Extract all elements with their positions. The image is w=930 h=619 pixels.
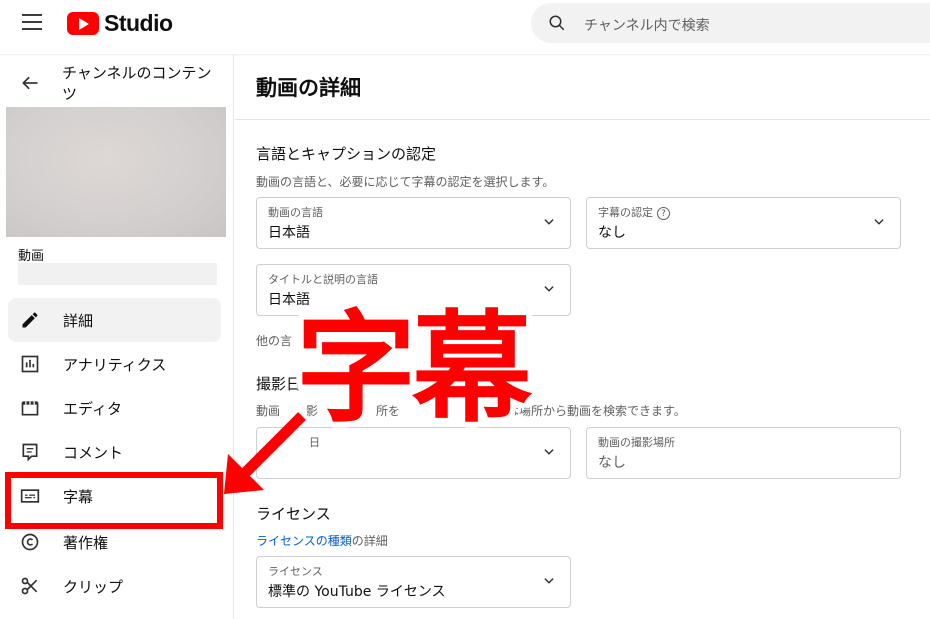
- license-description: ライセンスの種類の詳細: [256, 534, 388, 548]
- scissors-icon: [21, 577, 38, 595]
- sidebar-item-label: 著作権: [63, 534, 109, 552]
- page-title: 動画の詳細: [256, 76, 361, 100]
- field-value: 標準の YouTube ライセンス: [268, 584, 446, 600]
- field-value: なし: [598, 455, 626, 471]
- license-section-title: ライセンス: [256, 505, 331, 523]
- sidebar-item-label: アナリティクス: [63, 356, 167, 374]
- language-section-title: 言語とキャプションの認定: [256, 145, 437, 163]
- sidebar-item-label: エディタ: [63, 400, 122, 418]
- sidebar-item-clips[interactable]: クリップ: [8, 564, 221, 608]
- channel-content-link[interactable]: チャンネルのコンテンツ: [62, 63, 212, 105]
- comment-icon: [22, 443, 38, 462]
- recording-section-description-right: は場所から動画を検索できます。: [507, 404, 686, 418]
- field-label: 動画の言語: [268, 206, 323, 219]
- sidebar-item-analytics[interactable]: アナリティクス: [8, 342, 221, 386]
- divider: [235, 119, 930, 120]
- back-arrow-icon[interactable]: [20, 73, 40, 93]
- search-input[interactable]: チャンネル内で検索: [531, 3, 930, 43]
- field-label: 動画の撮影場所: [598, 436, 675, 449]
- license-types-link[interactable]: ライセンスの種類: [256, 534, 352, 548]
- help-icon[interactable]: ?: [657, 206, 670, 220]
- menu-icon[interactable]: [22, 14, 42, 32]
- youtube-logo-icon: [67, 12, 99, 35]
- caption-certification-select[interactable]: 字幕の認定? なし: [586, 197, 901, 249]
- sidebar-item-details[interactable]: 詳細: [8, 298, 221, 342]
- search-placeholder: チャンネル内で検索: [584, 18, 710, 34]
- sidebar-item-label: クリップ: [63, 578, 124, 596]
- studio-logo[interactable]: Studio: [67, 10, 173, 37]
- field-label: 字幕の認定?: [598, 204, 670, 220]
- copyright-icon: [21, 533, 39, 551]
- chevron-down-icon: [544, 449, 554, 455]
- sidebar-item-label: 詳細: [63, 312, 94, 330]
- top-bar: Studio チャンネル内で検索: [0, 0, 930, 54]
- highlight-box: [5, 472, 223, 529]
- video-thumbnail[interactable]: [6, 107, 226, 237]
- license-select[interactable]: ライセンス 標準の YouTube ライセンス: [256, 556, 571, 608]
- analytics-icon: [21, 355, 39, 373]
- field-label: タイトルと説明の言語: [268, 273, 378, 286]
- logo-text: Studio: [104, 10, 173, 36]
- chevron-down-icon: [544, 219, 554, 225]
- sidebar-item-editor[interactable]: エディタ: [8, 386, 221, 430]
- search-icon: [549, 15, 565, 31]
- pencil-icon: [22, 312, 38, 328]
- recording-location-input[interactable]: 動画の撮影場所 なし: [586, 427, 901, 479]
- field-value: なし: [598, 225, 626, 241]
- language-section-description: 動画の言語と、必要に応じて字幕の認定を選択します。: [256, 175, 555, 189]
- sidebar-item-label: コメント: [63, 444, 124, 462]
- video-language-select[interactable]: 動画の言語 日本語: [256, 197, 571, 249]
- editor-icon: [21, 401, 39, 416]
- sidebar-item-comments[interactable]: コメント: [8, 430, 221, 474]
- chevron-down-icon: [544, 578, 554, 584]
- video-title-placeholder: [18, 263, 217, 285]
- video-label: 動画: [18, 249, 45, 264]
- subtitles-overlay-text: 字幕: [296, 300, 532, 439]
- sidebar: チャンネルのコンテンツ 動画 詳細 アナリティクス エディタ コメント 字幕 著…: [0, 55, 234, 619]
- chevron-down-icon: [544, 286, 554, 292]
- field-label: ライセンス: [268, 565, 323, 578]
- chevron-down-icon: [874, 219, 884, 225]
- field-value: 日本語: [268, 225, 310, 241]
- other-languages-link[interactable]: 他の言: [256, 332, 292, 349]
- recording-section-title: 撮影日: [256, 375, 302, 393]
